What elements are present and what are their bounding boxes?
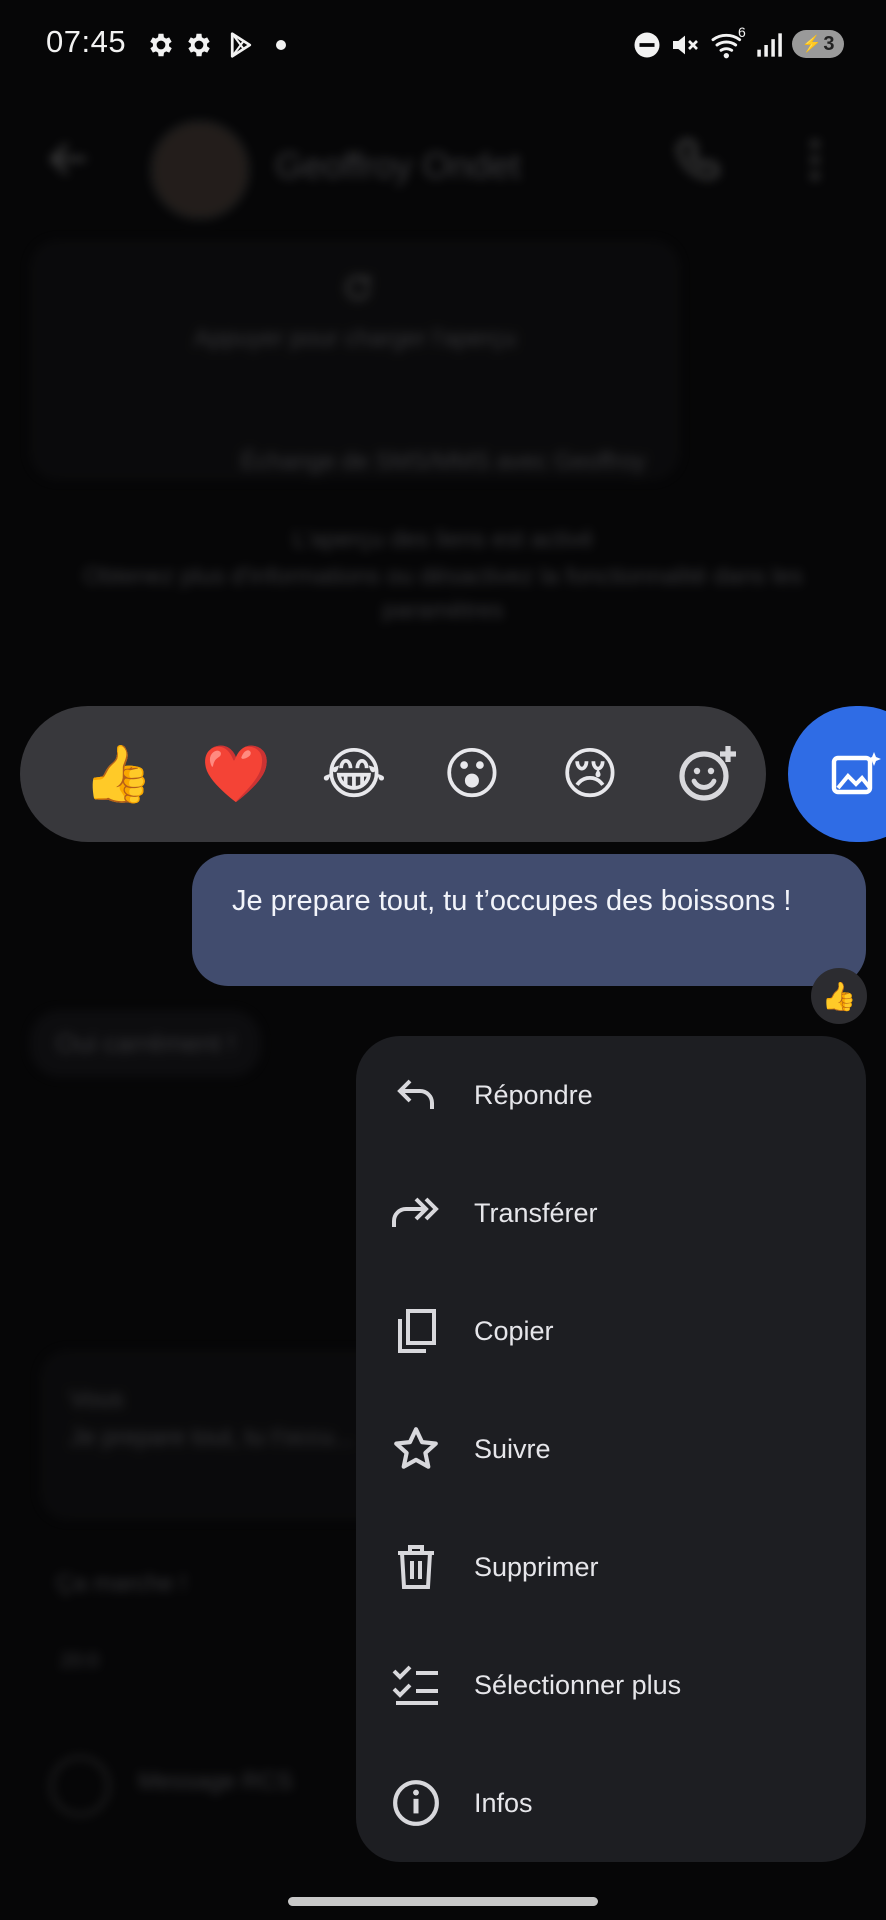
reaction-laughing[interactable]: 😂 <box>306 706 402 842</box>
menu-item-info[interactable]: Infos <box>356 1744 866 1862</box>
overflow-menu-icon[interactable] <box>800 134 830 186</box>
play-store-icon <box>224 28 258 62</box>
wifi-icon: 6 <box>708 24 750 62</box>
forward-icon <box>388 1185 444 1241</box>
link-notice-title: L'aperçu des liens est activé <box>292 526 594 553</box>
wifi-badge: 6 <box>738 24 746 40</box>
image-sparkle-icon <box>830 750 882 798</box>
battery-level: 3 <box>823 32 835 55</box>
signal-icon <box>752 28 786 62</box>
menu-item-star[interactable]: Suivre <box>356 1390 866 1508</box>
menu-label-forward: Transférer <box>474 1197 598 1228</box>
selected-message-bubble[interactable]: Je prepare tout, tu t’occupes des boisso… <box>192 854 866 986</box>
sms-notice: Échange de SMS/MMS avec Geoffroy <box>240 448 646 475</box>
menu-item-reply[interactable]: Répondre <box>356 1036 866 1154</box>
menu-label-copy: Copier <box>474 1315 554 1346</box>
home-indicator[interactable] <box>288 1897 598 1906</box>
gear-icon <box>182 28 216 62</box>
menu-label-info: Infos <box>474 1787 533 1818</box>
menu-label-select-more: Sélectionner plus <box>474 1669 682 1700</box>
dot-icon <box>264 28 298 62</box>
menu-item-select-more[interactable]: Sélectionner plus <box>356 1626 866 1744</box>
do-not-disturb-icon <box>630 28 664 62</box>
incoming-message[interactable]: Oui carrément ! <box>30 1010 262 1077</box>
message-reaction-badge[interactable]: 👍 <box>811 968 867 1024</box>
reply-time: 20:0 <box>60 1650 99 1672</box>
select-more-icon <box>388 1657 444 1713</box>
contact-name: Geoffroy Ondet <box>275 145 521 186</box>
status-time: 07:45 <box>46 24 127 59</box>
phone-icon[interactable] <box>672 134 724 186</box>
reaction-thumbs-up[interactable]: 👍 <box>70 706 166 842</box>
reaction-heart[interactable]: ❤️ <box>188 706 284 842</box>
back-arrow-icon[interactable] <box>44 134 94 184</box>
contact-avatar[interactable] <box>150 120 250 220</box>
info-icon <box>388 1775 444 1831</box>
reply-icon <box>388 1067 444 1123</box>
quote-text: Je prepare tout, tu t'occu... <box>70 1424 354 1451</box>
compose-placeholder[interactable]: Message RCS <box>138 1768 293 1796</box>
menu-label-delete: Supprimer <box>474 1551 599 1582</box>
star-icon <box>388 1421 444 1477</box>
link-notice-text: Obtenez plus d'informations ou désactive… <box>83 563 803 624</box>
preview-hint: Appuyer pour charger l'aperçu <box>193 325 517 352</box>
copy-icon <box>388 1303 444 1359</box>
menu-label-star: Suivre <box>474 1433 551 1464</box>
conversation-header: Geoffroy Ondet <box>0 90 886 240</box>
link-preview-card[interactable]: Appuyer pour charger l'aperçu <box>30 240 680 480</box>
gear-icon <box>144 28 178 62</box>
reaction-surprised[interactable]: 😮 <box>424 706 520 842</box>
status-bar: 07:45 6 ⚡ 3 <box>0 0 886 90</box>
reaction-sad[interactable]: 😢 <box>542 706 638 842</box>
trash-icon <box>388 1539 444 1595</box>
menu-item-copy[interactable]: Copier <box>356 1272 866 1390</box>
menu-label-reply: Répondre <box>474 1079 593 1110</box>
mute-icon <box>668 28 702 62</box>
battery-indicator: ⚡ 3 <box>792 30 844 58</box>
quote-sender: Vous <box>70 1386 124 1413</box>
reply-text: Ça marche ! <box>56 1570 187 1597</box>
add-attachment-icon[interactable] <box>50 1756 110 1816</box>
menu-item-delete[interactable]: Supprimer <box>356 1508 866 1626</box>
message-context-menu: Répondre Transférer Copier Suivre Suppri… <box>356 1036 866 1862</box>
add-reaction-icon[interactable] <box>660 706 756 842</box>
refresh-icon <box>340 270 376 306</box>
menu-item-forward[interactable]: Transférer <box>356 1154 866 1272</box>
reaction-bar: 👍 ❤️ 😂 😮 😢 <box>20 706 766 842</box>
